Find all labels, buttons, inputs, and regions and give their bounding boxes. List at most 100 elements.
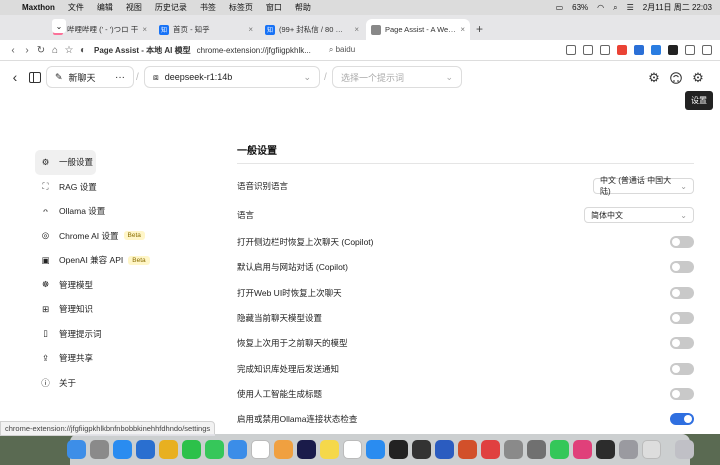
sidebar-toggle-icon[interactable] [28,70,42,84]
close-tab-icon[interactable]: × [354,25,359,34]
more-options-button[interactable]: ··· [115,72,125,83]
sidebar-item-chrome-ai[interactable]: ◎ Chrome AI 设置 Beta [35,224,205,249]
toggle-switch[interactable] [670,286,694,299]
dock-app-notes-icon[interactable] [319,440,339,459]
model-select[interactable]: ⧈ deepseek-r1:14b ⌄ [144,66,320,88]
info-icon: ⓘ [41,377,50,388]
screenshot-icon[interactable] [566,45,576,55]
toggle-switch[interactable] [670,236,694,248]
tab-zhihu-home[interactable]: 知 首页 - 知乎 × [154,19,258,40]
sidebar-item-openai-api[interactable]: ▣ OpenAI 兼容 API Beta [35,248,205,273]
dock-app-word-icon[interactable] [434,440,454,459]
app-icon[interactable] [668,45,678,55]
sidebar-item-models[interactable]: ☸ 管理模型 [35,273,205,298]
close-tab-icon[interactable]: × [248,25,253,34]
dock-app-photos-icon[interactable] [273,440,293,459]
bookmark-star-icon[interactable]: ☆ [62,45,76,56]
dock-app-app5-icon[interactable] [641,440,661,459]
tab-bar: ⌄ 哔哩哔哩 (' - ')つロ 干 × 知 首页 - 知乎 × 知 (99+ … [0,15,720,40]
new-tab-plus-icon[interactable]: + [476,22,483,36]
dock-app-app4-icon[interactable] [595,440,615,459]
dock-app-launchpad-icon[interactable] [89,440,109,459]
sidebar-item-general[interactable]: ⚙ 一般设置 [35,150,96,175]
sidebar-item-rag[interactable]: ⛶ RAG 设置 [35,175,205,200]
dock-app-safari-icon[interactable] [112,440,132,459]
dock-app-audition-icon[interactable] [296,440,316,459]
download-icon[interactable] [583,45,593,55]
toggle-setting-row: 默认启用与网站对话 (Copilot) [237,261,694,274]
menu-history[interactable]: 历史记录 [155,2,187,13]
sidebar-item-about[interactable]: ⓘ 关于 [35,371,205,396]
dock-app-app3-icon[interactable] [572,440,592,459]
toggle-switch[interactable] [670,337,694,350]
tab-list-chevron-icon[interactable]: ⌄ [52,19,66,33]
dock-app-preview-icon[interactable] [618,440,638,459]
dock-app-wechat-icon[interactable] [181,440,201,459]
back-icon[interactable]: ‹ [6,45,20,56]
toggle-switch[interactable] [670,311,694,324]
settings-gear-icon[interactable]: ⚙ [691,70,705,85]
extensions-icon[interactable] [600,45,610,55]
sidebar-item-prompts[interactable]: ▯ 管理提示词 [35,322,205,347]
dock-app-powerpoint-icon[interactable] [457,440,477,459]
dock-app-app-icon[interactable] [480,440,500,459]
app-icon[interactable] [651,45,661,55]
close-tab-icon[interactable]: × [142,25,147,34]
dock-app-finder-icon[interactable] [66,440,86,459]
sidebar-item-ollama[interactable]: ᴖ Ollama 设置 [35,199,205,224]
forward-icon[interactable]: › [20,45,34,56]
home-icon[interactable]: ⌂ [48,45,62,56]
dock-app-facetime-icon[interactable] [549,440,569,459]
toggle-switch[interactable] [670,387,694,400]
toggle-switch[interactable] [670,261,694,274]
tab-zhihu-messages[interactable]: 知 (99+ 封私信 / 80 条消息 × [260,19,364,40]
chrome-ai-icon[interactable]: ⚙ [647,70,661,85]
menu-window[interactable]: 窗口 [266,2,282,13]
beta-badge: Beta [128,255,150,265]
dock-app-mail-icon[interactable] [227,440,247,459]
search-icon[interactable]: ⌕ [613,3,617,13]
battery-icon[interactable]: ▭ [556,3,564,12]
prompt-select[interactable]: 选择一个提示词 ⌄ [332,66,462,88]
menu-view[interactable]: 视图 [126,2,142,13]
search-field[interactable]: ⌕ baidu [329,45,355,55]
account-icon[interactable] [685,45,695,55]
menu-help[interactable]: 帮助 [295,2,311,13]
github-icon[interactable] [669,71,683,85]
wifi-icon[interactable]: ◠ [597,3,604,12]
tab-page-assist[interactable]: Page Assist - A Web UI × [366,19,470,40]
dock-app-terminal2-icon[interactable] [411,440,431,459]
menu-icon[interactable] [702,45,712,55]
dock-app-settings-icon[interactable] [503,440,523,459]
toggle-switch[interactable] [670,413,694,426]
dock-app-settings2-icon[interactable] [526,440,546,459]
dock-app-trash-icon[interactable] [674,440,694,459]
dock-app-calendar-icon[interactable] [250,440,270,459]
close-tab-icon[interactable]: × [460,25,465,34]
sidebar-item-knowledge[interactable]: ⊞ 管理知识 [35,297,205,322]
toggle-switch[interactable] [670,362,694,375]
menu-bookmarks[interactable]: 书签 [200,2,216,13]
app-icon[interactable] [617,45,627,55]
dock-app-app-store-icon[interactable] [365,440,385,459]
reload-icon[interactable]: ↻ [34,45,48,56]
toggle-setting-row: 打开侧边栏时恢复上次聊天 (Copilot) [237,236,694,248]
menu-tabs[interactable]: 标签页 [229,2,253,13]
collapse-chevron-icon[interactable]: ‹ [9,69,21,85]
language-select[interactable]: 简体中文 ⌄ [584,207,694,223]
dock-app-chrome-icon[interactable] [158,440,178,459]
menu-edit[interactable]: 编辑 [97,2,113,13]
dock-app-maxthon-icon[interactable] [135,440,155,459]
sidebar-item-sharing[interactable]: ⇪ 管理共享 [35,346,205,371]
app-icon[interactable] [634,45,644,55]
clock-text[interactable]: 2月11日 周二 22:03 [643,2,712,13]
url-field[interactable]: chrome-extension://jfgfiigpkhlk... [197,46,311,55]
menu-file[interactable]: 文件 [68,2,84,13]
dock-app-reminders-icon[interactable] [342,440,362,459]
new-chat-button[interactable]: ✎ 新聊天 ··· [46,66,134,88]
dock-app-messages-icon[interactable] [204,440,224,459]
speech-language-select[interactable]: 中文 (普通话 中国大陆) ⌄ [593,176,694,196]
dock-app-terminal-icon[interactable] [388,440,408,459]
control-center-icon[interactable]: ☰ [627,3,634,12]
menu-app-name[interactable]: Maxthon [22,3,55,12]
